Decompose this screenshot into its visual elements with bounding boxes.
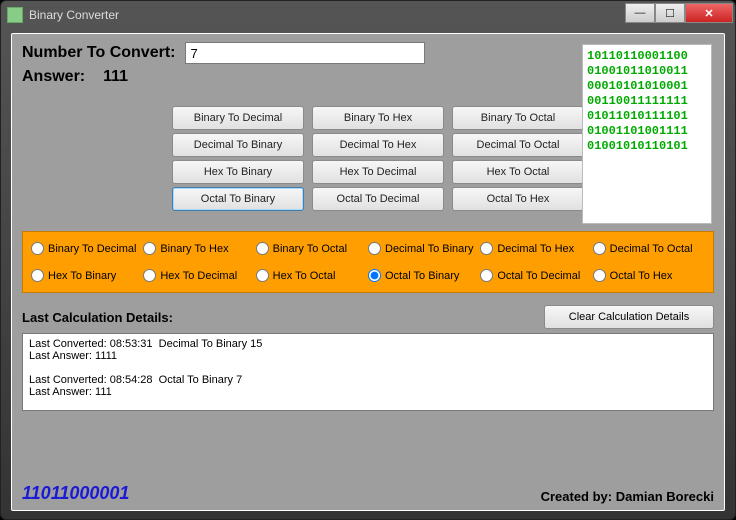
radio-decimal-to-binary[interactable]: Decimal To Binary bbox=[368, 242, 480, 255]
radio-label: Hex To Binary bbox=[48, 270, 116, 282]
radio-label: Decimal To Hex bbox=[497, 243, 574, 255]
radio-input[interactable] bbox=[480, 269, 493, 282]
radio-binary-to-octal[interactable]: Binary To Octal bbox=[256, 242, 368, 255]
radio-panel: Binary To Decimal Binary To Hex Binary To … bbox=[22, 231, 714, 293]
convert-button-binary-to-octal[interactable]: Binary To Octal bbox=[452, 106, 584, 130]
convert-button-octal-to-binary[interactable]: Octal To Binary bbox=[172, 187, 304, 211]
radio-input[interactable] bbox=[143, 242, 156, 255]
radio-hex-to-octal[interactable]: Hex To Octal bbox=[256, 269, 368, 282]
credit-label: Created by: Damian Borecki bbox=[541, 489, 714, 504]
radio-binary-to-hex[interactable]: Binary To Hex bbox=[143, 242, 255, 255]
convert-button-hex-to-octal[interactable]: Hex To Octal bbox=[452, 160, 584, 184]
radio-decimal-to-hex[interactable]: Decimal To Hex bbox=[480, 242, 592, 255]
titlebar: Binary Converter — ☐ ✕ bbox=[1, 1, 735, 29]
maximize-button[interactable]: ☐ bbox=[655, 3, 685, 23]
radio-octal-to-binary[interactable]: Octal To Binary bbox=[368, 269, 480, 282]
radio-input[interactable] bbox=[256, 269, 269, 282]
close-button[interactable]: ✕ bbox=[685, 3, 733, 23]
radio-hex-to-binary[interactable]: Hex To Binary bbox=[31, 269, 143, 282]
clear-button[interactable]: Clear Calculation Details bbox=[544, 305, 714, 329]
radio-decimal-to-octal[interactable]: Decimal To Octal bbox=[593, 242, 705, 255]
convert-button-decimal-to-hex[interactable]: Decimal To Hex bbox=[312, 133, 444, 157]
details-label: Last Calculation Details: bbox=[22, 310, 173, 325]
details-header: Last Calculation Details: Clear Calculat… bbox=[22, 305, 714, 329]
answer-value: 111 bbox=[103, 68, 128, 86]
convert-button-binary-to-hex[interactable]: Binary To Hex bbox=[312, 106, 444, 130]
convert-button-octal-to-hex[interactable]: Octal To Hex bbox=[452, 187, 584, 211]
radio-input[interactable] bbox=[256, 242, 269, 255]
client-area: Number To Convert: Answer: 111 Binary To… bbox=[11, 33, 725, 511]
window-title: Binary Converter bbox=[29, 8, 119, 22]
minimize-button[interactable]: — bbox=[625, 3, 655, 23]
radio-hex-to-decimal[interactable]: Hex To Decimal bbox=[143, 269, 255, 282]
radio-input[interactable] bbox=[31, 242, 44, 255]
radio-label: Octal To Binary bbox=[385, 270, 459, 282]
radio-label: Decimal To Octal bbox=[610, 243, 693, 255]
log-textarea[interactable]: Last Converted: 08:53:31 Decimal To Bina… bbox=[22, 333, 714, 411]
convert-button-hex-to-binary[interactable]: Hex To Binary bbox=[172, 160, 304, 184]
radio-input[interactable] bbox=[31, 269, 44, 282]
radio-binary-to-decimal[interactable]: Binary To Decimal bbox=[31, 242, 143, 255]
radio-input[interactable] bbox=[480, 242, 493, 255]
app-icon bbox=[7, 7, 23, 23]
number-input[interactable] bbox=[185, 42, 425, 64]
radio-label: Octal To Hex bbox=[610, 270, 673, 282]
number-label: Number To Convert: bbox=[22, 44, 175, 62]
radio-label: Decimal To Binary bbox=[385, 243, 473, 255]
radio-label: Hex To Octal bbox=[273, 270, 336, 282]
footer-binary: 11011000001 bbox=[22, 483, 129, 504]
radio-label: Binary To Hex bbox=[160, 243, 228, 255]
titlebar-buttons: — ☐ ✕ bbox=[625, 3, 733, 23]
convert-button-decimal-to-binary[interactable]: Decimal To Binary bbox=[172, 133, 304, 157]
radio-input[interactable] bbox=[368, 242, 381, 255]
radio-input[interactable] bbox=[593, 242, 606, 255]
radio-label: Hex To Decimal bbox=[160, 270, 237, 282]
footer: 11011000001 Created by: Damian Borecki bbox=[22, 483, 714, 504]
convert-button-octal-to-decimal[interactable]: Octal To Decimal bbox=[312, 187, 444, 211]
answer-label: Answer: bbox=[22, 68, 85, 86]
radio-input[interactable] bbox=[593, 269, 606, 282]
convert-button-hex-to-decimal[interactable]: Hex To Decimal bbox=[312, 160, 444, 184]
radio-label: Binary To Decimal bbox=[48, 243, 136, 255]
radio-label: Octal To Decimal bbox=[497, 270, 580, 282]
radio-input[interactable] bbox=[143, 269, 156, 282]
radio-octal-to-decimal[interactable]: Octal To Decimal bbox=[480, 269, 592, 282]
radio-label: Binary To Octal bbox=[273, 243, 347, 255]
convert-button-binary-to-decimal[interactable]: Binary To Decimal bbox=[172, 106, 304, 130]
radio-input[interactable] bbox=[368, 269, 381, 282]
binary-decoration: 10110110001100 01001011010011 0001010101… bbox=[582, 44, 712, 224]
convert-button-decimal-to-octal[interactable]: Decimal To Octal bbox=[452, 133, 584, 157]
radio-octal-to-hex[interactable]: Octal To Hex bbox=[593, 269, 705, 282]
app-window: Binary Converter — ☐ ✕ Number To Convert… bbox=[0, 0, 736, 520]
